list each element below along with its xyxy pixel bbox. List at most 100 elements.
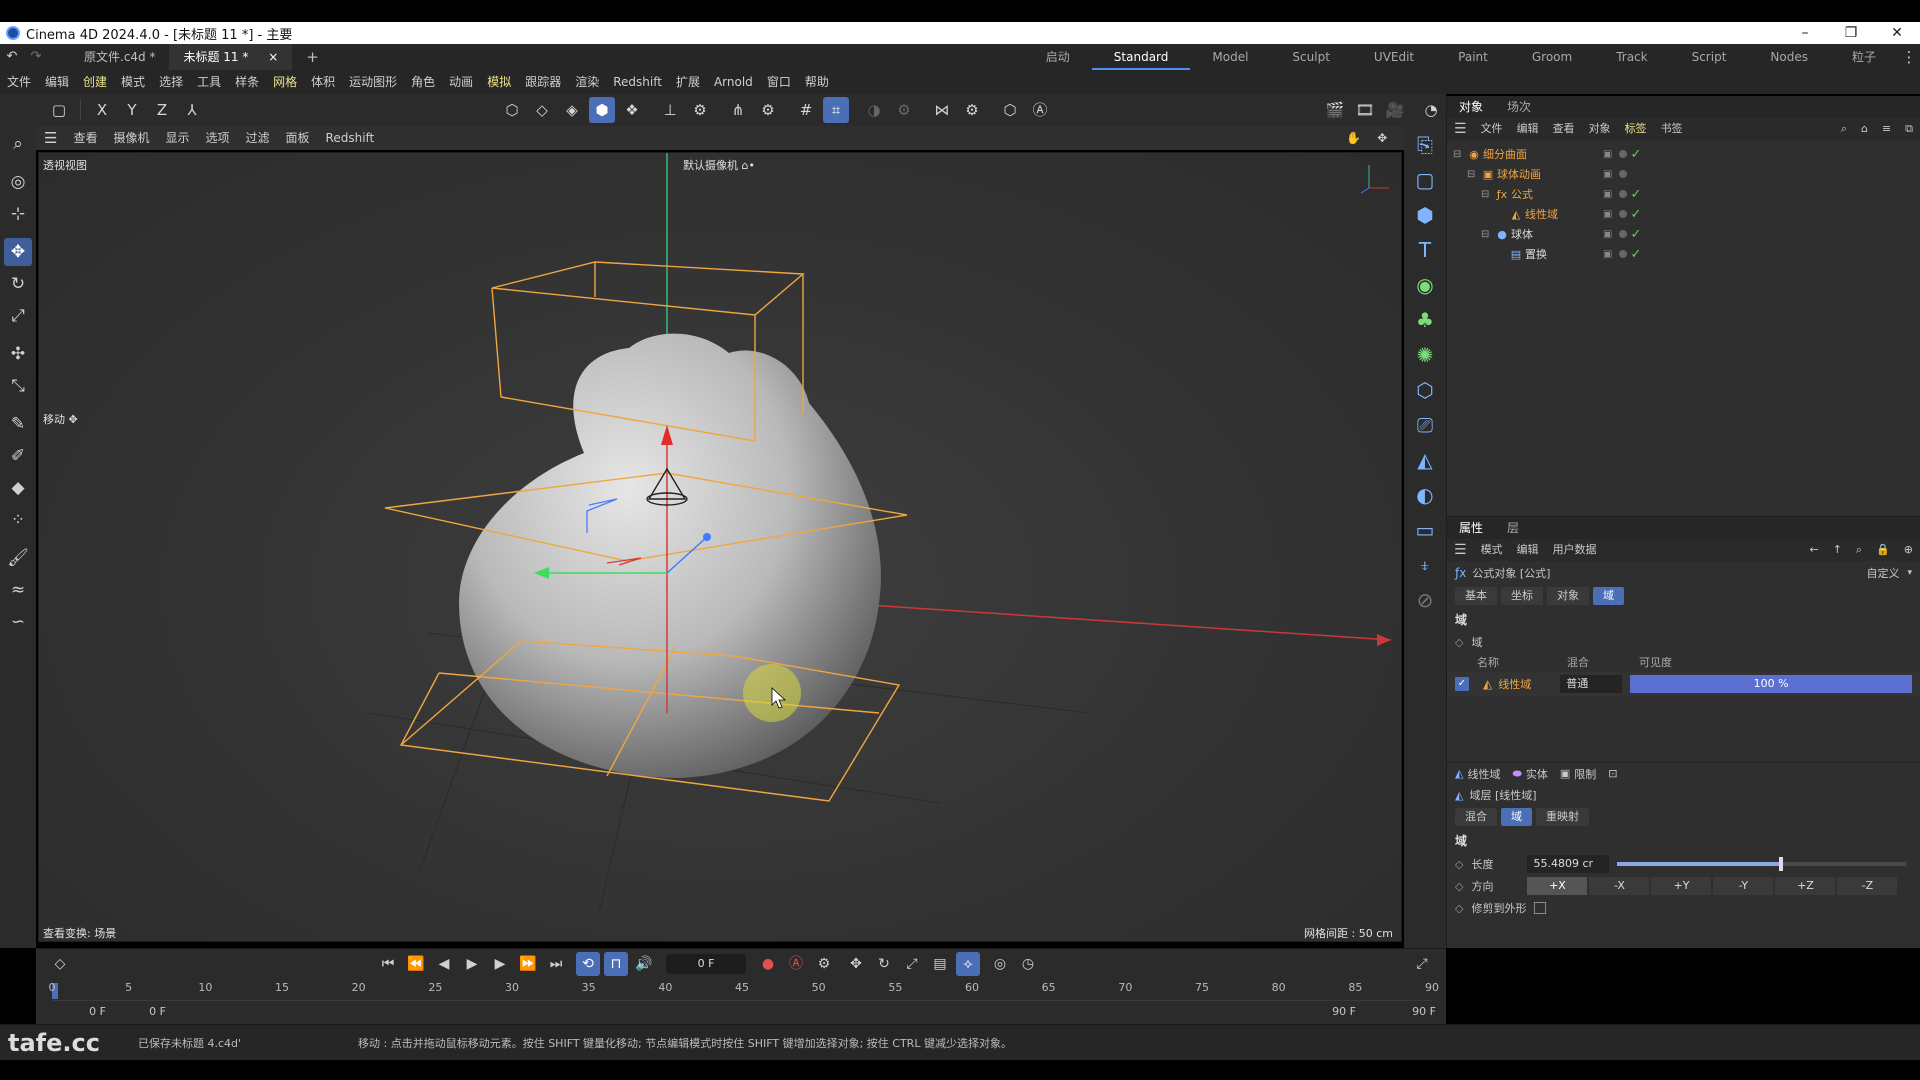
tree-visibility-dot[interactable] — [1619, 190, 1628, 198]
om-expand-icon[interactable]: ⧉ — [1898, 118, 1920, 140]
layer-button-solid[interactable]: 实体 — [1526, 766, 1548, 782]
viewport-menu-options[interactable]: 选项 — [198, 126, 238, 150]
tree-object-name[interactable]: 细分曲面 — [1483, 146, 1603, 162]
snap-settings-icon[interactable]: ⚙ — [755, 97, 781, 123]
viewport-menu-camera[interactable]: 摄像机 — [105, 126, 157, 150]
tree-layer-icon[interactable]: ▣ — [1603, 249, 1612, 260]
menu-item-6[interactable]: 样条 — [228, 70, 266, 94]
subtab-field[interactable]: 域 — [1593, 587, 1624, 605]
close-button[interactable]: ✕ — [1874, 25, 1920, 41]
tree-layer-icon[interactable]: ▣ — [1603, 209, 1612, 220]
viewport-hamburger-icon[interactable]: ☰ — [36, 126, 65, 150]
key-settings-icon[interactable]: ⚙ — [812, 952, 836, 976]
attribute-hamburger-icon[interactable]: ☰ — [1447, 539, 1474, 561]
plane-create-icon[interactable]: ▢ — [1409, 164, 1441, 196]
edges-mode-icon[interactable]: ◇ — [529, 97, 555, 123]
om-search-icon[interactable]: ⌕ — [1834, 118, 1854, 140]
doc-tab-add-button[interactable]: + — [292, 44, 333, 70]
camera-label[interactable]: 默认摄像机 ⌂• — [683, 157, 755, 173]
camera-icon[interactable]: ▭ — [1409, 514, 1441, 546]
sketch-icon[interactable]: ✐ — [4, 442, 32, 470]
solo-settings-icon[interactable]: ⚙ — [891, 97, 917, 123]
generator-icon[interactable]: ◉ — [1409, 269, 1441, 301]
render-settings-icon[interactable]: 🎥 — [1382, 97, 1408, 123]
layout-tab-1[interactable]: Standard — [1091, 44, 1191, 70]
layer-extra-icon[interactable]: ⊡ — [1608, 767, 1617, 780]
length-slider[interactable] — [1617, 857, 1906, 871]
snap-icon[interactable]: ⋔ — [725, 97, 751, 123]
tab-attributes[interactable]: 属性 — [1447, 517, 1495, 539]
next-frame-icon[interactable]: ▶︎ — [488, 952, 512, 976]
menu-item-4[interactable]: 选择 — [152, 70, 190, 94]
menu-item-13[interactable]: 跟踪器 — [518, 70, 568, 94]
layout-tab-7[interactable]: Track — [1594, 44, 1669, 70]
am-up-icon[interactable]: ↑ — [1826, 539, 1849, 561]
dolly-icon[interactable]: ✥ — [1369, 126, 1395, 150]
tree-enabled-check-icon[interactable]: ✓ — [1630, 227, 1641, 242]
am-menu-edit[interactable]: 编辑 — [1510, 539, 1546, 561]
menu-item-2[interactable]: 创建 — [76, 70, 114, 94]
subtab-object[interactable]: 对象 — [1547, 587, 1589, 605]
tree-expand-icon[interactable]: ⊟ — [1467, 169, 1479, 180]
tree-visibility-dot[interactable] — [1619, 250, 1628, 258]
brush-icon[interactable]: 🖌 — [4, 544, 32, 572]
rotate-tool-icon[interactable]: ↻ — [4, 270, 32, 298]
preset-dropdown[interactable]: 自定义 — [1866, 565, 1899, 581]
tree-object-name[interactable]: 球体动画 — [1497, 166, 1603, 182]
om-menu-bookmarks[interactable]: 书签 — [1654, 118, 1690, 140]
om-menu-edit[interactable]: 编辑 — [1510, 118, 1546, 140]
keyframe-diamond-icon[interactable]: ◇ — [1455, 636, 1463, 649]
viewport-menu-view[interactable]: 查看 — [65, 126, 105, 150]
redo-icon[interactable]: ↷ — [26, 44, 46, 70]
render-view-icon[interactable]: 🎬 — [1322, 97, 1348, 123]
viewport-menu-display[interactable]: 显示 — [157, 126, 197, 150]
tree-visibility-dot[interactable] — [1619, 170, 1628, 178]
tree-row[interactable]: ▤ 置换 ▣ ✓ — [1447, 244, 1920, 264]
tree-row[interactable]: ⊟ ● 球体 ▣ ✓ — [1447, 224, 1920, 244]
direction-plus-y[interactable]: +Y — [1651, 877, 1712, 895]
om-menu-view[interactable]: 查看 — [1546, 118, 1582, 140]
layer-button-linear[interactable]: 线性域 — [1467, 766, 1500, 782]
cloner-icon[interactable]: ♣ — [1409, 304, 1441, 336]
goto-end-icon[interactable]: ⏭ — [544, 952, 568, 976]
field-icon[interactable]: ⬡ — [1409, 374, 1441, 406]
axis-mode-icon[interactable]: ⊥ — [657, 97, 683, 123]
om-menu-tags[interactable]: 标签 — [1618, 118, 1654, 140]
timeline-ruler[interactable]: 0 5 10 15 20 25 30 35 40 45 50 55 60 65 70 75 80 85 90 — [49, 979, 1439, 1001]
magnet-icon[interactable]: ∽ — [4, 608, 32, 636]
object-mode-icon[interactable]: ▢ — [46, 97, 72, 123]
next-key-icon[interactable]: ⏩ — [516, 952, 540, 976]
key-param-icon[interactable]: ▤ — [928, 952, 952, 976]
tree-visibility-dot[interactable] — [1619, 150, 1628, 158]
clip-checkbox[interactable] — [1534, 902, 1547, 914]
deformer-icon[interactable]: ✺ — [1409, 339, 1441, 371]
layout-tab-9[interactable]: Nodes — [1748, 44, 1830, 70]
loop-icon[interactable]: ⟲ — [576, 952, 600, 976]
record-icon[interactable]: ● — [756, 952, 780, 976]
tree-row[interactable]: ◭ 线性域 ▣ ✓ — [1447, 204, 1920, 224]
autokey-icon[interactable]: Ⓐ — [784, 952, 808, 976]
search-icon[interactable]: ⌕ — [4, 130, 32, 158]
menu-item-12[interactable]: 模拟 — [480, 70, 518, 94]
scene-icon[interactable]: ◐ — [1409, 479, 1441, 511]
range-icon[interactable]: ⊓ — [604, 952, 628, 976]
range-start-field[interactable]: 0 F — [46, 1005, 106, 1018]
tree-object-name[interactable]: 公式 — [1511, 186, 1603, 202]
doc-tab-original[interactable]: 原文件.c4d * — [70, 44, 169, 70]
tree-expand-icon[interactable]: ⊟ — [1481, 229, 1493, 240]
menu-item-8[interactable]: 体积 — [304, 70, 342, 94]
key-pla-icon[interactable]: ⟡ — [956, 952, 980, 976]
layout-tab-0[interactable]: 启动 — [1024, 44, 1092, 70]
visibility-slider[interactable]: 100 % — [1630, 675, 1912, 693]
play-icon[interactable]: ▶ — [460, 952, 484, 976]
am-search-icon[interactable]: ⌕ — [1849, 539, 1869, 561]
layer-tab-remap[interactable]: 重映射 — [1536, 808, 1589, 826]
pan-icon[interactable]: ✋ — [1338, 126, 1369, 150]
tree-enabled-check-icon[interactable]: ✓ — [1630, 187, 1641, 202]
direction-keyframe-icon[interactable]: ◇ — [1455, 880, 1463, 893]
lock-icon[interactable]: ⬡ — [997, 97, 1023, 123]
primitive-icon[interactable]: ◆ — [4, 474, 32, 502]
spline-icon[interactable]: ⎚ — [1409, 409, 1441, 441]
menu-item-18[interactable]: 窗口 — [760, 70, 798, 94]
tree-object-name[interactable]: 球体 — [1511, 226, 1603, 242]
